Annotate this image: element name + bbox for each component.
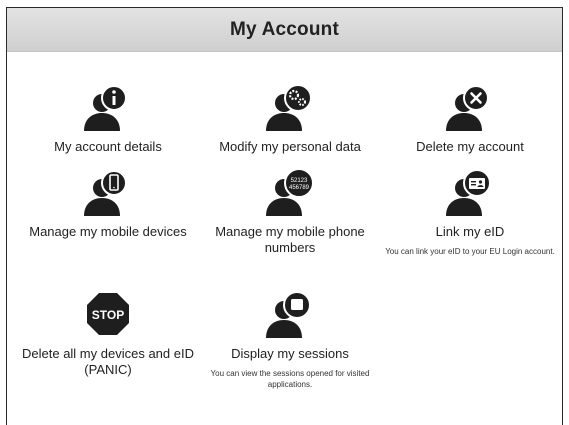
page-title: My Account — [230, 18, 339, 40]
user-sessions-icon — [266, 291, 311, 338]
phone-number-line-1: 52123 — [291, 178, 308, 184]
page-header: My Account — [7, 8, 562, 52]
tile-delete-account[interactable]: Delete my account — [380, 83, 560, 155]
user-settings-icon — [266, 84, 312, 131]
tile-label: Delete my account — [416, 139, 524, 154]
tile-modify-personal-data[interactable]: Modify my personal data — [200, 83, 380, 155]
tile-label: Link my eID — [435, 224, 505, 239]
tile-label: Delete all my devices and eID (PANIC) — [22, 346, 194, 377]
tile-display-sessions[interactable]: Display my sessions You can view the ses… — [200, 290, 380, 390]
tile-manage-mobile-devices[interactable]: Manage my mobile devices — [18, 168, 198, 240]
stop-sign-text: STOP — [92, 308, 124, 322]
tile-link-eid[interactable]: Link my eID You can link your eID to you… — [380, 168, 560, 257]
user-id-card-icon — [446, 169, 491, 216]
tile-label: Manage my mobile devices — [29, 224, 187, 239]
stop-sign-icon: STOP — [87, 293, 129, 335]
tile-description: You can view the sessions opened for vis… — [210, 369, 370, 389]
tile-label: Manage my mobile phone numbers — [215, 224, 365, 255]
tile-description: You can link your eID to your EU Login a… — [385, 247, 555, 256]
tile-panic-delete-all[interactable]: STOP Delete all my devices and eID (PANI… — [18, 290, 198, 378]
tile-manage-mobile-phone-numbers[interactable]: 52123 456789 Manage my mobile phone numb… — [200, 168, 380, 256]
user-info-icon — [84, 85, 127, 131]
user-mobile-icon — [84, 170, 127, 216]
account-panel: My Account My account details Modify my … — [6, 7, 563, 425]
user-phone-numbers-icon: 52123 456789 — [266, 168, 314, 216]
user-delete-icon — [446, 85, 489, 131]
phone-number-line-2: 456789 — [289, 185, 310, 191]
tile-label: My account details — [54, 139, 162, 154]
tile-label: Display my sessions — [231, 346, 349, 361]
tile-my-account-details[interactable]: My account details — [18, 83, 198, 155]
tile-label: Modify my personal data — [219, 139, 361, 154]
